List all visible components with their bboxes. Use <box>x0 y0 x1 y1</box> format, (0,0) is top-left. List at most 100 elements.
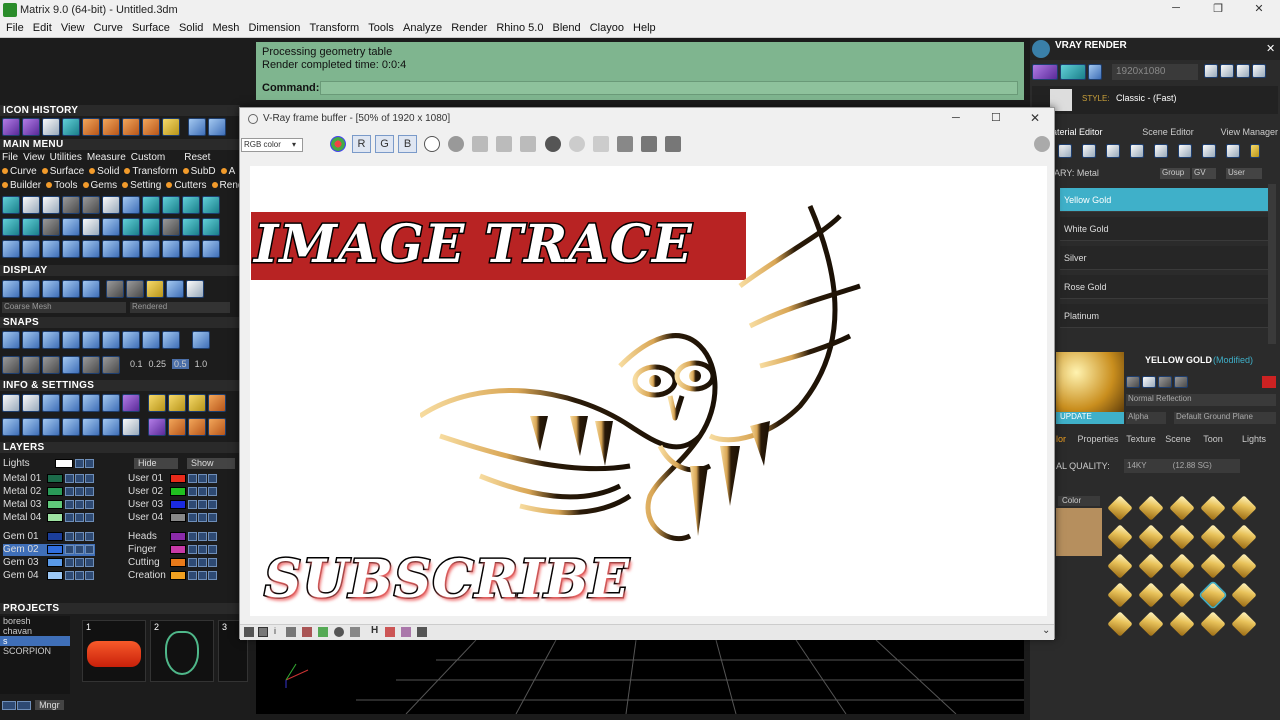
menu-clayoo[interactable]: Clayoo <box>590 20 624 37</box>
snap-value[interactable]: 0.5 <box>172 359 189 369</box>
viewport-perspective[interactable] <box>256 639 1024 715</box>
snap-icon[interactable] <box>162 331 180 349</box>
layer-row[interactable]: Gem 01 <box>3 531 95 543</box>
info-tool-icon[interactable] <box>22 394 40 412</box>
tool-icon[interactable] <box>62 196 80 214</box>
main-menu-item[interactable]: Solid <box>97 166 119 177</box>
add-project-button[interactable] <box>2 700 16 710</box>
gold-preset[interactable] <box>1138 553 1164 579</box>
history-tool-icon[interactable] <box>82 118 100 136</box>
diamond-icon[interactable] <box>1058 144 1072 158</box>
info-tool-icon[interactable] <box>22 418 40 436</box>
info-tool-icon[interactable] <box>102 394 120 412</box>
gold-preset[interactable] <box>1107 524 1133 550</box>
history-tool-icon[interactable] <box>62 118 80 136</box>
info-tool-icon[interactable] <box>2 418 20 436</box>
menu-solid[interactable]: Solid <box>179 20 203 37</box>
tool-icon[interactable] <box>142 218 160 236</box>
info-tool-icon[interactable] <box>102 418 120 436</box>
layer-row[interactable]: User 01 <box>128 473 218 485</box>
texture-icon[interactable] <box>1130 144 1144 158</box>
gold-preset[interactable] <box>1138 582 1164 608</box>
layer-row[interactable]: Finger <box>128 544 218 556</box>
tab-lights[interactable]: Lights <box>1230 434 1266 444</box>
mono-icon[interactable] <box>448 136 464 152</box>
stamp-icon[interactable] <box>401 627 411 637</box>
paint-icon[interactable] <box>1226 144 1240 158</box>
snap-icon[interactable] <box>62 331 80 349</box>
history-tool-icon[interactable] <box>162 118 180 136</box>
material-item-selected[interactable]: Yellow Gold <box>1060 188 1268 212</box>
layer-row[interactable]: User 02 <box>128 486 218 498</box>
alpha-toggle[interactable]: Alpha <box>1126 412 1166 424</box>
main-menu-item[interactable]: Setting <box>130 180 161 191</box>
gold-preset[interactable] <box>1169 582 1195 608</box>
arrow-left-icon[interactable] <box>188 118 206 136</box>
tool-icon[interactable] <box>202 196 220 214</box>
tool-icon[interactable] <box>182 218 200 236</box>
tool-icon[interactable] <box>102 196 120 214</box>
show-toggle[interactable]: Show <box>187 458 235 469</box>
camera-icon[interactable] <box>1088 64 1102 80</box>
gold-preset[interactable] <box>1231 611 1257 637</box>
display-mesh-select[interactable]: Coarse Mesh <box>2 302 126 313</box>
tab-view-manager[interactable]: View Manager <box>1208 127 1278 137</box>
tool-icon[interactable] <box>202 218 220 236</box>
tool-icon[interactable] <box>162 240 180 258</box>
menu-edit[interactable]: Edit <box>33 20 52 37</box>
info-tool-icon[interactable] <box>208 394 226 412</box>
tool-icon[interactable] <box>22 240 40 258</box>
snap-icon[interactable] <box>142 331 160 349</box>
main-menu-item[interactable]: Gems <box>91 180 118 191</box>
preview-tool-icon[interactable] <box>1174 376 1188 388</box>
user-button[interactable]: User <box>1226 168 1262 179</box>
grid-icon[interactable] <box>1236 64 1250 78</box>
display-tool-icon[interactable] <box>146 280 164 298</box>
snap-icon[interactable] <box>192 331 210 349</box>
preview-tool-icon[interactable] <box>1126 376 1140 388</box>
region-icon[interactable] <box>617 136 633 152</box>
snap-icon[interactable] <box>22 356 40 374</box>
group-button[interactable]: Group <box>1160 168 1190 179</box>
main-menu-item[interactable]: Cutters <box>174 180 206 191</box>
info-tool-icon[interactable] <box>188 418 206 436</box>
display-tool-icon[interactable] <box>22 280 40 298</box>
teapot-icon[interactable] <box>1034 136 1050 152</box>
display-tool-icon[interactable] <box>82 280 100 298</box>
tab-texture[interactable]: Texture <box>1122 434 1160 444</box>
info-tool-icon[interactable] <box>82 394 100 412</box>
display-tool-icon[interactable] <box>106 280 124 298</box>
main-menu-item[interactable]: Curve <box>10 166 37 177</box>
tool-icon[interactable] <box>2 240 20 258</box>
gold-preset[interactable] <box>1231 553 1257 579</box>
snap-icon[interactable] <box>2 356 20 374</box>
close-button[interactable]: ✕ <box>1249 2 1269 18</box>
command-input[interactable] <box>320 81 1018 95</box>
info-tool-icon[interactable] <box>42 418 60 436</box>
up-project-button[interactable] <box>17 700 31 710</box>
material-item[interactable]: Platinum <box>1060 304 1268 328</box>
checker-icon[interactable] <box>1178 144 1192 158</box>
menu-file[interactable]: File <box>6 20 24 37</box>
tab-toon[interactable]: Toon <box>1196 434 1230 444</box>
layer-row[interactable]: Cutting <box>128 557 218 569</box>
tool-icon[interactable] <box>22 196 40 214</box>
panel-icon[interactable] <box>258 627 268 637</box>
main-menu-item[interactable]: Measure <box>87 152 126 163</box>
material-item[interactable]: Silver <box>1060 246 1268 270</box>
gv-button[interactable]: GV <box>1192 168 1216 179</box>
tab-scene-editor[interactable]: Scene Editor <box>1128 127 1208 137</box>
menu-transform[interactable]: Transform <box>309 20 359 37</box>
blue-channel-button[interactable]: B <box>398 135 417 153</box>
main-menu-item[interactable]: Transform <box>132 166 177 177</box>
layer-row[interactable]: User 04 <box>128 512 218 524</box>
menu-blend[interactable]: Blend <box>553 20 581 37</box>
project-item[interactable]: SCORPION <box>0 646 70 656</box>
quality-select[interactable]: 14KY (12.88 SG) <box>1124 459 1240 473</box>
tool-icon[interactable] <box>22 218 40 236</box>
snap-icon[interactable] <box>42 356 60 374</box>
render-last-icon[interactable] <box>665 136 681 152</box>
main-menu-item[interactable]: SubD <box>191 166 216 177</box>
info-icon[interactable]: i <box>274 626 276 636</box>
project-thumb-2[interactable]: 2 <box>150 620 214 682</box>
